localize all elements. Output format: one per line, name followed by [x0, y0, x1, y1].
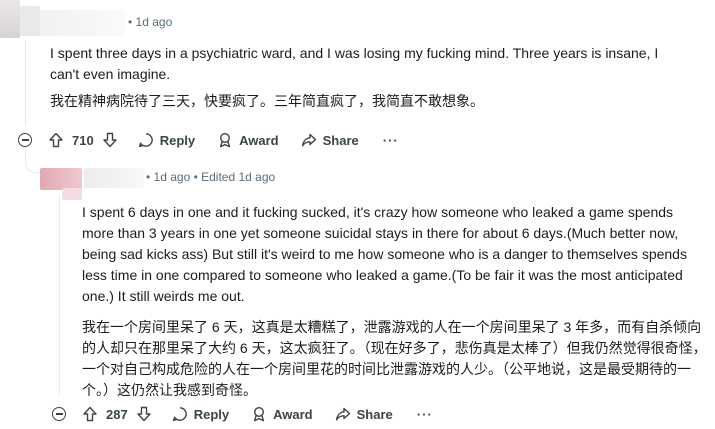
award-button[interactable]: Award: [251, 406, 313, 422]
reply-label: Reply: [193, 406, 230, 422]
share-arrow-icon: [301, 132, 317, 148]
reply-label: Reply: [159, 132, 196, 148]
comment-meta: • 1d ago • Edited 1d ago: [146, 170, 276, 184]
thread-connector: [25, 158, 40, 173]
vote-count: 287: [106, 406, 128, 422]
more-options-button[interactable]: ···: [383, 133, 399, 148]
vote-group: 287: [82, 406, 152, 422]
reply-bubble-icon: [172, 406, 188, 422]
upvote-icon[interactable]: [82, 406, 98, 422]
username-redacted[interactable]: [84, 168, 144, 188]
comment-text-zh: 我在一个房间里呆了 6 天，这真是太糟糕了，泄露游戏的人在一个房间里呆了 3 年…: [82, 319, 707, 398]
more-options-icon: ···: [382, 132, 399, 148]
comment-body: I spent three days in a psychiatric ward…: [50, 43, 690, 112]
award-icon: [217, 132, 233, 148]
thread-line: [25, 40, 26, 126]
vote-group: 710: [48, 132, 118, 148]
share-label: Share: [322, 132, 359, 148]
thread-line: [59, 196, 60, 396]
vote-count: 710: [72, 132, 94, 148]
reply-button[interactable]: Reply: [138, 132, 195, 148]
avatar-redacted[interactable]: [40, 168, 82, 190]
comment-text-en: I spent three days in a psychiatric ward…: [50, 45, 659, 82]
upvote-icon[interactable]: [48, 132, 64, 148]
avatar-redacted[interactable]: [0, 0, 20, 38]
comment-body: I spent 6 days in one and it fucking suc…: [82, 202, 707, 401]
collapse-minus-icon[interactable]: [52, 407, 66, 421]
downvote-icon[interactable]: [102, 132, 118, 148]
share-button[interactable]: Share: [301, 132, 359, 148]
share-button[interactable]: Share: [335, 406, 393, 422]
share-label: Share: [356, 406, 393, 422]
downvote-icon[interactable]: [136, 406, 152, 422]
share-arrow-icon: [335, 406, 351, 422]
comment-actions: 710 Reply Award Share ···: [48, 126, 399, 154]
comment-actions: 287 Reply Award Share ···: [82, 400, 433, 428]
reply-bubble-icon: [138, 132, 154, 148]
more-options-icon: ···: [416, 406, 433, 422]
collapse-minus-icon[interactable]: [18, 133, 32, 147]
comment-meta: • 1d ago: [128, 15, 173, 29]
award-label: Award: [273, 406, 313, 422]
comment-text-zh: 我在精神病院待了三天，快要疯了。三年简直疯了，我简直不敢想象。: [50, 93, 484, 109]
username-redacted[interactable]: [40, 10, 125, 36]
award-icon: [251, 406, 267, 422]
award-button[interactable]: Award: [217, 132, 279, 148]
reply-button[interactable]: Reply: [172, 406, 229, 422]
comment-text-en: I spent 6 days in one and it fucking suc…: [82, 204, 687, 304]
award-label: Award: [239, 132, 279, 148]
more-options-button[interactable]: ···: [417, 407, 433, 422]
avatar-redacted-secondary: [20, 6, 40, 36]
avatar-redacted-secondary: [62, 188, 82, 200]
